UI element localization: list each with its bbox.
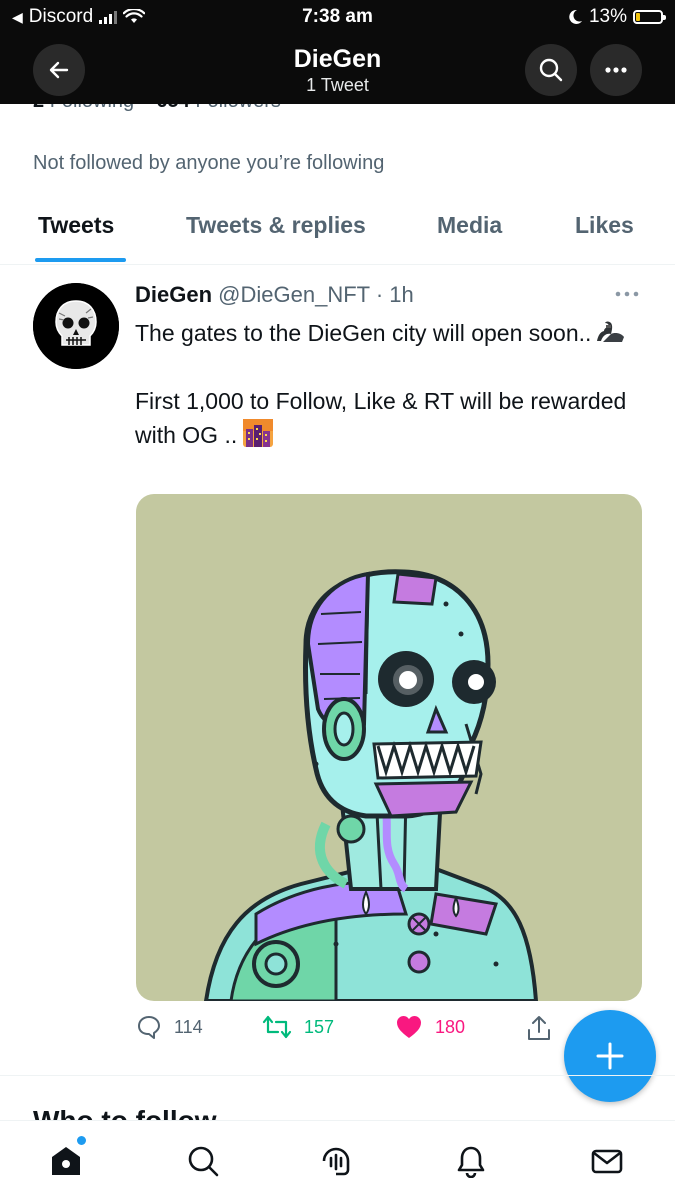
notifications-bell-icon — [457, 1146, 485, 1178]
share-button[interactable] — [526, 1014, 552, 1042]
home-unread-dot — [77, 1136, 86, 1145]
not-followed-notice: Not followed by anyone you’re following — [33, 152, 385, 174]
search-button[interactable] — [525, 44, 577, 96]
home-icon — [52, 1147, 80, 1175]
tweet-line-2: First 1,000 to Follow, Like & RT will be… — [135, 388, 627, 448]
like-button[interactable]: 180 — [395, 1014, 465, 1040]
tab-tweets[interactable]: Tweets — [38, 212, 114, 239]
tweet-display-name[interactable]: DieGen — [135, 282, 212, 307]
tab-likes[interactable]: Likes — [575, 212, 634, 239]
plus-icon — [596, 1042, 624, 1070]
status-bar: ◀ Discord 7:38 am 13% — [0, 0, 675, 34]
tweet-image[interactable] — [136, 494, 642, 1001]
nav-notifications[interactable] — [451, 1141, 491, 1181]
bottom-navigation — [0, 1120, 675, 1201]
top-bar: ◀ Discord 7:38 am 13% DieGen 1 Tweet — [0, 0, 675, 104]
nav-spaces[interactable] — [316, 1141, 356, 1181]
spaces-icon — [322, 1147, 350, 1176]
retweet-button[interactable]: 157 — [262, 1014, 334, 1040]
compose-tweet-button[interactable] — [564, 1010, 656, 1102]
tweet-actions: 114 157 180 — [136, 1014, 566, 1046]
tab-tweets-and-replies[interactable]: Tweets & replies — [186, 212, 366, 239]
nav-home[interactable] — [46, 1141, 86, 1181]
reply-icon — [138, 1016, 160, 1039]
robot-skull-illustration — [203, 569, 539, 1001]
search-icon — [539, 58, 563, 82]
tab-media[interactable]: Media — [437, 212, 502, 239]
battery-percent: 13% — [588, 6, 627, 27]
heart-filled-icon — [397, 1016, 421, 1038]
more-icon — [605, 67, 627, 73]
retweet-icon — [262, 1015, 292, 1039]
city-night-icon — [243, 419, 274, 447]
skull-avatar-icon — [33, 283, 119, 369]
nav-messages[interactable] — [587, 1141, 627, 1181]
share-icon — [528, 1016, 550, 1040]
tweet-more-icon[interactable] — [612, 284, 642, 304]
tweet-text: The gates to the DieGen city will open s… — [135, 316, 635, 452]
tweet-header: DieGen @DieGen_NFT · 1h — [135, 282, 414, 308]
profile-tabs: Tweets Tweets & replies Media Likes — [0, 196, 675, 265]
flexed-biceps-icon — [597, 321, 625, 342]
active-tab-indicator — [35, 258, 126, 262]
reply-count: 114 — [174, 1016, 203, 1037]
section-divider — [0, 1075, 675, 1076]
tweet-time: · 1h — [375, 282, 414, 307]
who-to-follow-heading: Who to follow — [33, 1104, 217, 1120]
status-right: 13% — [567, 6, 666, 28]
messages-envelope-icon — [591, 1149, 623, 1174]
search-icon — [188, 1146, 219, 1177]
nav-search[interactable] — [183, 1141, 223, 1181]
battery-icon — [633, 10, 666, 24]
more-options-button[interactable] — [590, 44, 642, 96]
tweet-line-1: The gates to the DieGen city will open s… — [135, 320, 592, 346]
do-not-disturb-moon-icon — [569, 9, 582, 24]
reply-button[interactable]: 114 — [136, 1014, 203, 1040]
tweet-handle[interactable]: @DieGen_NFT — [218, 282, 370, 307]
avatar[interactable] — [33, 283, 119, 369]
like-count: 180 — [435, 1016, 466, 1037]
retweet-count: 157 — [304, 1016, 335, 1037]
